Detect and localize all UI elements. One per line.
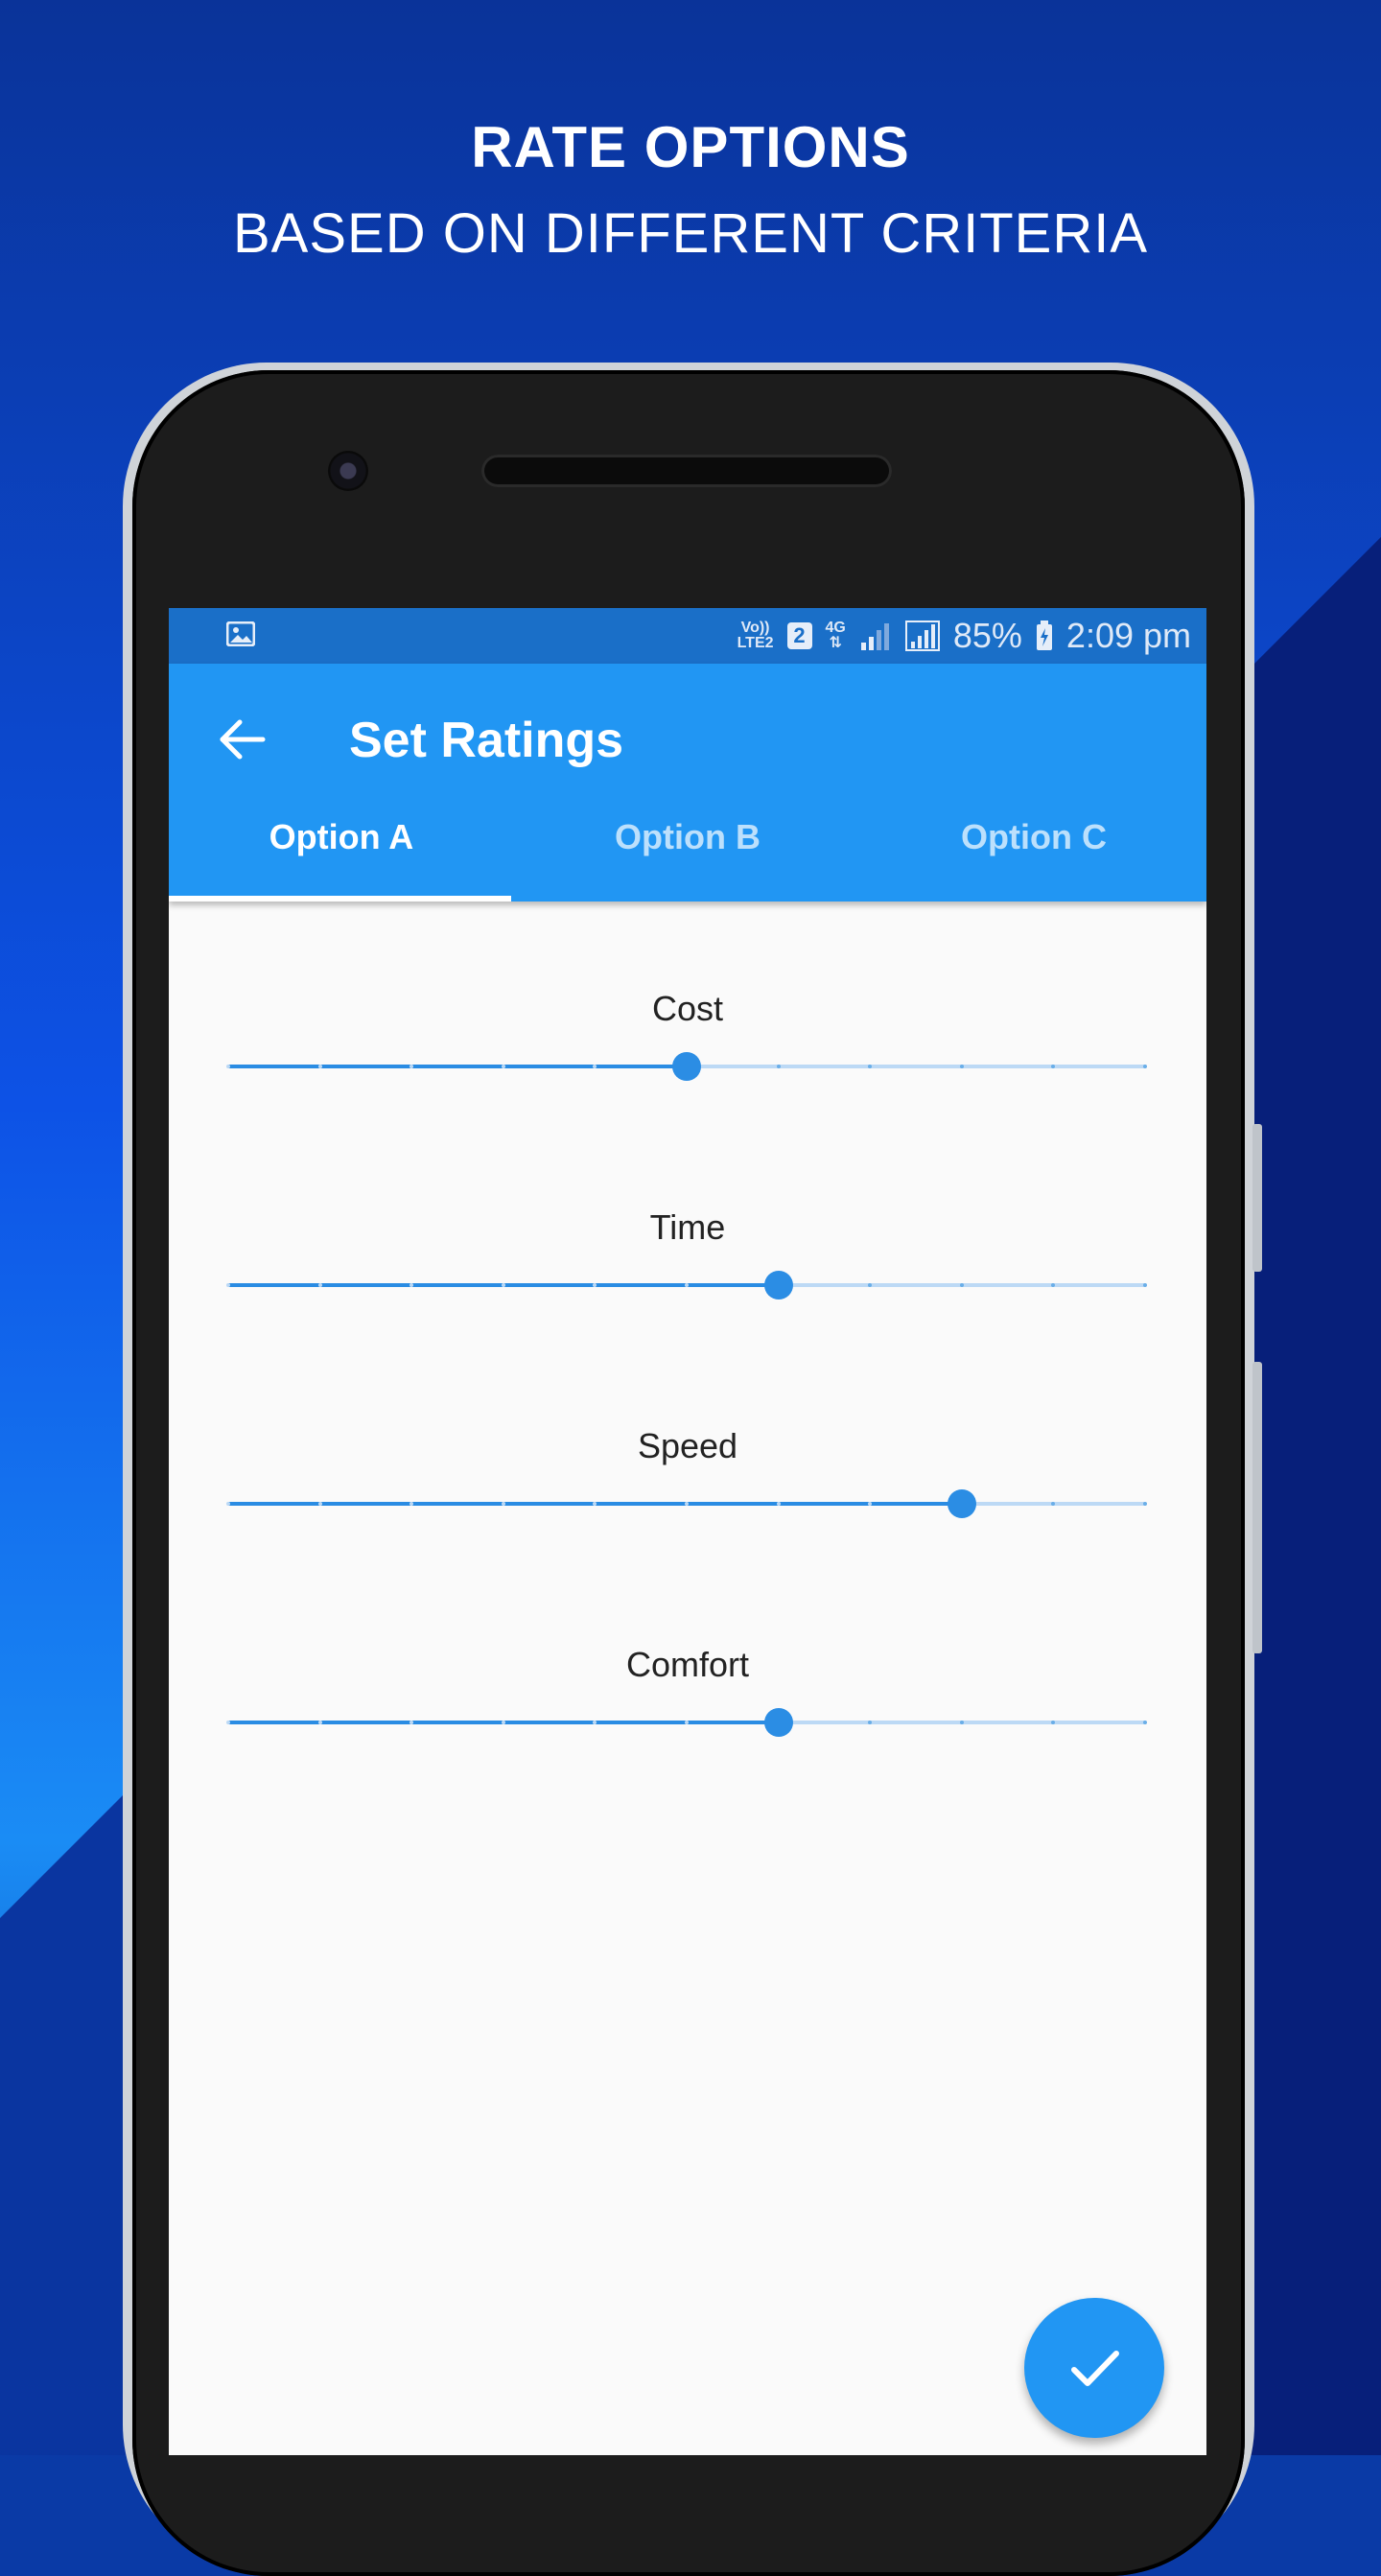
slider-tick <box>317 1283 322 1287</box>
network-label: 4G <box>825 620 846 636</box>
lte-label: LTE2 <box>737 635 774 651</box>
slider-tick <box>501 1065 505 1068</box>
volte-label: Vo)) <box>740 620 770 636</box>
slider-tick <box>1051 1502 1056 1506</box>
slider-thumb[interactable] <box>672 1052 701 1081</box>
sim-badge-label: 2 <box>793 623 806 647</box>
earpiece-speaker <box>481 455 892 487</box>
slider-track[interactable] <box>226 1052 1147 1081</box>
app-screen: Vo)) LTE2 2 4G ⇅ 85% 2:09 pm Set Ratings… <box>169 608 1206 2455</box>
slider-tick <box>1051 1721 1056 1724</box>
sim-badge-icon: 2 <box>786 622 812 649</box>
app-bar: Set Ratings Option A Option B Option C <box>169 664 1206 902</box>
slider-tick <box>501 1721 505 1724</box>
slider-tick <box>1051 1283 1056 1287</box>
network-indicator: 4G ⇅ <box>826 621 846 651</box>
slider-tick <box>776 1065 781 1068</box>
slider-tick <box>868 1065 873 1068</box>
slider-tick <box>226 1283 230 1287</box>
slider-tick <box>501 1502 505 1506</box>
tab-option-b[interactable]: Option B <box>515 808 860 902</box>
clock: 2:09 pm <box>1065 616 1191 655</box>
slider-tick <box>226 1721 230 1724</box>
slider-track[interactable] <box>226 1271 1147 1300</box>
tab-label: Option A <box>269 817 414 856</box>
tab-label: Option C <box>961 817 1107 856</box>
promo-subheadline: BASED ON DIFFERENT CRITERIA <box>232 202 1149 265</box>
tab-option-c[interactable]: Option C <box>861 808 1206 902</box>
phone-side-button <box>1252 1362 1262 1653</box>
slider-fill <box>228 1065 687 1068</box>
slider-tick <box>685 1721 689 1724</box>
phone-side-button <box>1252 1124 1262 1272</box>
slider-tick <box>685 1283 689 1287</box>
slider-thumb[interactable] <box>763 1271 793 1300</box>
slider-tick <box>1143 1065 1147 1068</box>
slider-tick <box>1143 1502 1147 1506</box>
confirm-fab-button[interactable] <box>1024 2298 1164 2438</box>
slider-tick <box>959 1283 964 1287</box>
signal-weak-icon <box>860 623 889 650</box>
slider-track[interactable] <box>226 1489 1147 1518</box>
arrow-left-icon[interactable] <box>209 706 276 773</box>
slider-tick <box>868 1283 873 1287</box>
slider-tick <box>226 1065 230 1068</box>
slider-tick <box>1051 1065 1056 1068</box>
front-camera <box>328 451 368 491</box>
status-bar: Vo)) LTE2 2 4G ⇅ 85% 2:09 pm <box>169 608 1206 664</box>
page-title: Set Ratings <box>349 713 624 768</box>
slider-tick <box>317 1502 322 1506</box>
tab-option-a[interactable]: Option A <box>169 808 514 902</box>
slider-tick <box>317 1065 322 1068</box>
slider-thumb[interactable] <box>763 1708 793 1737</box>
promo-headline-block: RATE OPTIONS BASED ON DIFFERENT CRITERIA <box>0 113 1381 269</box>
slider-tick <box>868 1721 873 1724</box>
volte-indicator: Vo)) LTE2 <box>737 621 774 651</box>
slider-tick <box>776 1502 781 1506</box>
tab-indicator <box>169 896 511 902</box>
slider-tick <box>1143 1283 1147 1287</box>
check-icon <box>1071 2351 1119 2386</box>
status-icons: Vo)) LTE2 2 4G ⇅ 85% 2:09 pm <box>737 608 1191 664</box>
slider-label: Comfort <box>625 1645 750 1684</box>
data-arrows-icon: ⇅ <box>829 635 842 651</box>
battery-charging-icon <box>1036 621 1052 650</box>
promo-headline: RATE OPTIONS <box>471 115 910 179</box>
tab-label: Option B <box>615 817 761 856</box>
slider-tick <box>959 1065 964 1068</box>
signal-strong-icon <box>904 621 940 651</box>
battery-percent: 85% <box>952 616 1022 655</box>
slider-tick <box>317 1721 322 1724</box>
slider-tick <box>501 1283 505 1287</box>
slider-label: Speed <box>637 1426 738 1465</box>
slider-track[interactable] <box>226 1708 1147 1737</box>
slider-tick <box>959 1721 964 1724</box>
image-notification-icon <box>226 621 255 646</box>
slider-tick <box>226 1502 230 1506</box>
slider-tick <box>1143 1721 1147 1724</box>
slider-label: Time <box>649 1207 726 1247</box>
slider-label: Cost <box>651 989 724 1028</box>
slider-tick <box>685 1502 689 1506</box>
slider-thumb[interactable] <box>947 1489 976 1518</box>
